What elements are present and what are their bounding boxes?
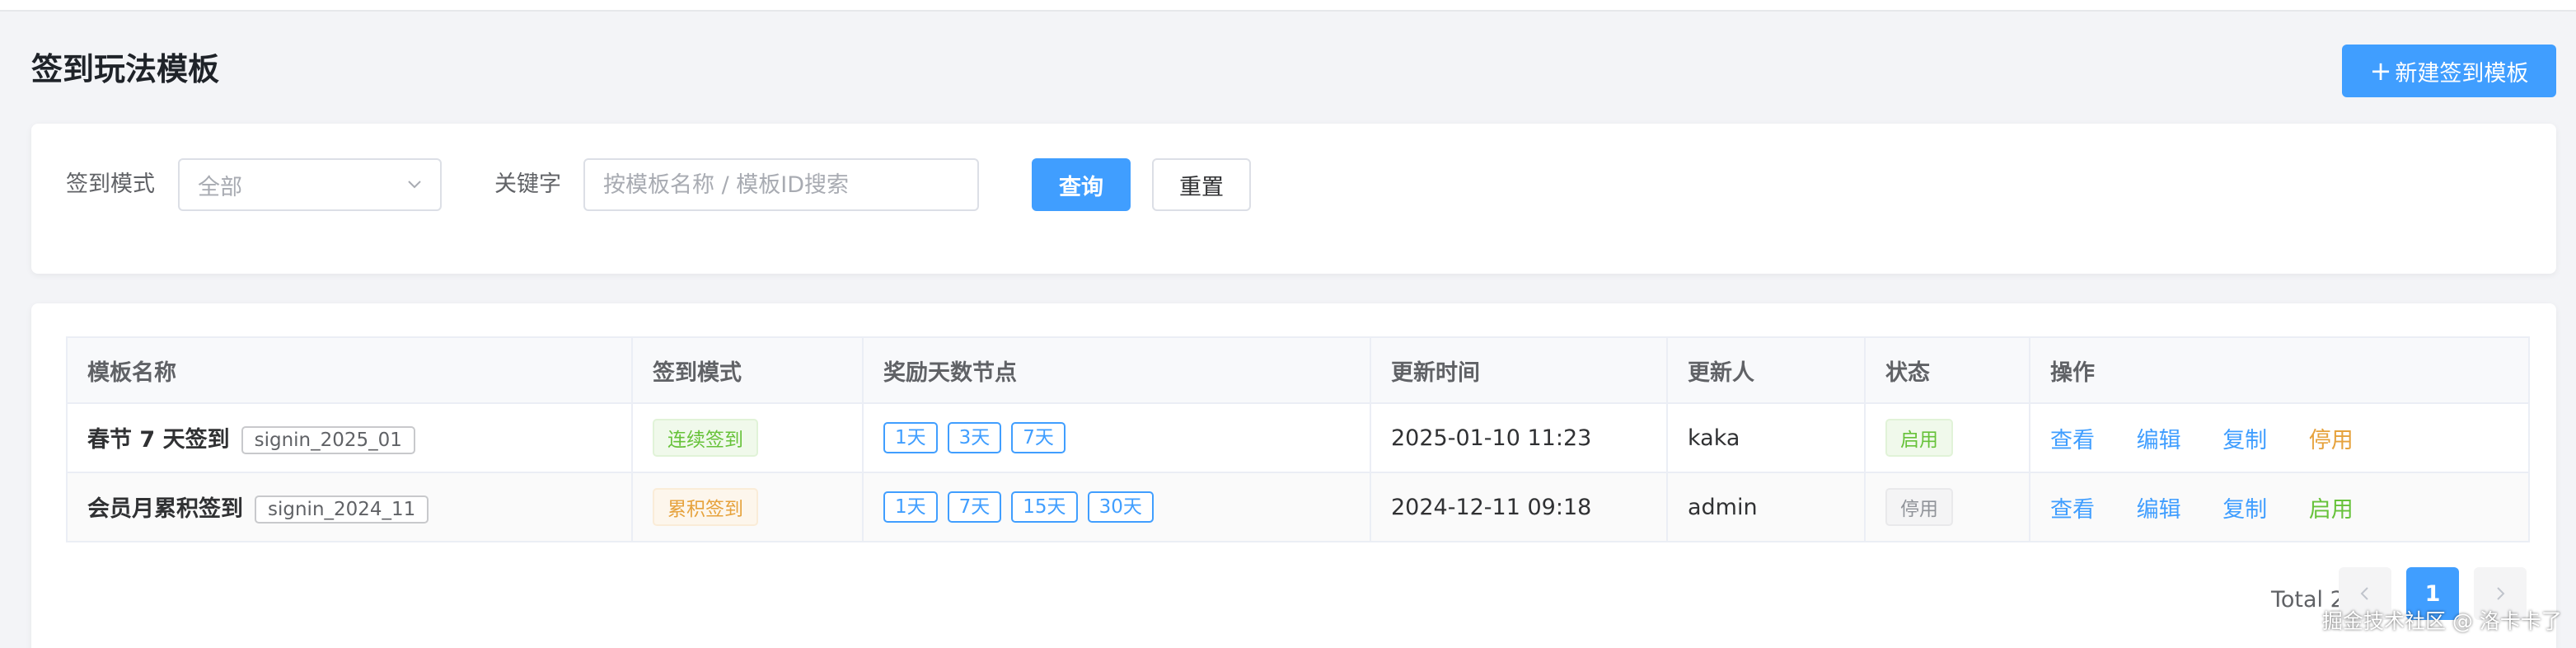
- template-name: 会员月累积签到: [87, 495, 243, 522]
- header-status: 状态: [1864, 336, 2030, 404]
- table-card: 模板名称 签到模式 奖励天数节点 更新时间 更新人 状态 操作 春节 7 天签到…: [31, 303, 2556, 648]
- table-row: 会员月累积签到 signin_2024_11 累积签到 1天 7天 15天 30天 20…: [66, 472, 2530, 542]
- mode-select-value: 全部: [198, 174, 242, 200]
- status-badge: 启用: [1885, 419, 1953, 457]
- edit-link[interactable]: 编辑: [2137, 422, 2181, 454]
- top-bar: [0, 0, 2576, 12]
- header-days: 奖励天数节点: [862, 336, 1371, 404]
- new-template-label: 新建签到模板: [2395, 60, 2529, 87]
- page-title: 签到玩法模板: [31, 51, 220, 87]
- actions-cell: 查看 编辑 复制 停用: [2029, 402, 2530, 473]
- mode-filter-label: 签到模式: [66, 171, 155, 197]
- mode-tag: 累积签到: [653, 488, 758, 526]
- header-name: 模板名称: [66, 336, 633, 404]
- header-updated-at: 更新时间: [1370, 336, 1668, 404]
- day-tag: 3天: [947, 422, 1002, 453]
- status-badge: 停用: [1885, 488, 1953, 526]
- query-button[interactable]: 查询: [1032, 158, 1131, 211]
- template-name: 春节 7 天签到: [87, 426, 230, 453]
- template-table: 模板名称 签到模式 奖励天数节点 更新时间 更新人 状态 操作 春节 7 天签到…: [66, 336, 2530, 542]
- status-cell: 启用: [1864, 402, 2030, 473]
- enable-link[interactable]: 启用: [2309, 491, 2354, 524]
- new-template-button[interactable]: + 新建签到模板: [2342, 45, 2556, 97]
- chevron-down-icon: [408, 181, 421, 189]
- mode-cell: 累积签到: [631, 472, 864, 542]
- actions-cell: 查看 编辑 复制 启用: [2029, 472, 2530, 542]
- header-updater: 更新人: [1666, 336, 1866, 404]
- plus-icon: +: [2369, 55, 2392, 87]
- copy-link[interactable]: 复制: [2222, 422, 2267, 454]
- updater-cell: admin: [1666, 472, 1866, 542]
- day-tag: 7天: [1011, 422, 1066, 453]
- updater-cell: kaka: [1666, 402, 1866, 473]
- disable-link[interactable]: 停用: [2309, 422, 2354, 454]
- name-cell: 春节 7 天签到 signin_2025_01: [66, 402, 633, 473]
- status-cell: 停用: [1864, 472, 2030, 542]
- mode-select[interactable]: 全部: [178, 158, 442, 211]
- keyword-input[interactable]: [583, 158, 979, 211]
- template-code-tag: signin_2025_01: [241, 426, 415, 455]
- view-link[interactable]: 查看: [2050, 491, 2095, 524]
- view-link[interactable]: 查看: [2050, 422, 2095, 454]
- filter-card: 签到模式 全部 关键字 查询 重置: [31, 124, 2556, 274]
- keyword-label: 关键字: [494, 171, 561, 197]
- watermark: 掘金技术社区 @ 洛卡卡了: [2322, 609, 2562, 633]
- chevron-left-icon: [2360, 587, 2368, 600]
- days-cell: 1天 3天 7天: [862, 402, 1371, 473]
- mode-cell: 连续签到: [631, 402, 864, 473]
- edit-link[interactable]: 编辑: [2137, 491, 2181, 524]
- day-tag: 1天: [883, 491, 938, 523]
- day-tag: 30天: [1087, 491, 1154, 523]
- reset-button[interactable]: 重置: [1152, 158, 1251, 211]
- header-actions: 操作: [2029, 336, 2530, 404]
- updated-at-cell: 2025-01-10 11:23: [1370, 402, 1668, 473]
- chevron-right-icon: [2497, 587, 2505, 600]
- table-header-row: 模板名称 签到模式 奖励天数节点 更新时间 更新人 状态 操作: [66, 336, 2530, 404]
- updated-at-cell: 2024-12-11 09:18: [1370, 472, 1668, 542]
- name-cell: 会员月累积签到 signin_2024_11: [66, 472, 633, 542]
- table-row: 春节 7 天签到 signin_2025_01 连续签到 1天 3天 7天 2025-…: [66, 402, 2530, 473]
- template-code-tag: signin_2024_11: [255, 495, 429, 524]
- day-tag: 15天: [1011, 491, 1078, 523]
- days-cell: 1天 7天 15天 30天: [862, 472, 1371, 542]
- mode-tag: 连续签到: [653, 419, 758, 457]
- copy-link[interactable]: 复制: [2222, 491, 2267, 524]
- day-tag: 7天: [947, 491, 1002, 523]
- header-mode: 签到模式: [631, 336, 864, 404]
- day-tag: 1天: [883, 422, 938, 453]
